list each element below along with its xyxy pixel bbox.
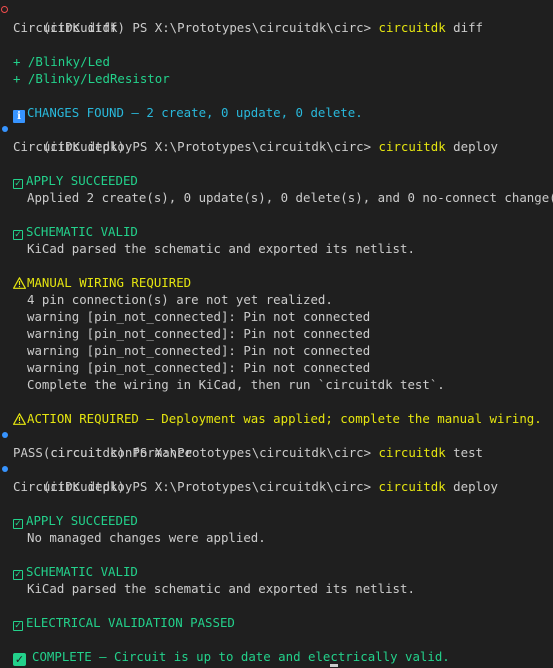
manual-wiring-line: MANUAL WIRING REQUIRED <box>0 274 553 291</box>
apply-succeeded-line: ✓ APPLY SUCCEEDED <box>0 172 553 189</box>
apply-title: APPLY SUCCEEDED <box>26 173 138 188</box>
electrical-title: ELECTRICAL VALIDATION PASSED <box>26 615 235 630</box>
output-line: KiCad parsed the schematic and exported … <box>27 241 415 256</box>
terminal[interactable]: (circuitdk) PS X:\Prototypes\circuitdk\c… <box>0 0 553 668</box>
diff-added-line: + /Blinky/Led <box>13 54 110 69</box>
output-line: Complete the wiring in KiCad, then run `… <box>27 377 445 392</box>
check-box-icon: ✓ <box>13 570 23 580</box>
prompt-line: (circuitdk) PS X:\Prototypes\circuitdk\c… <box>0 2 553 35</box>
warning-line: warning [pin_not_connected]: Pin not con… <box>27 360 371 375</box>
output-line: 4 pin connection(s) are not yet realized… <box>27 292 333 307</box>
manual-title: MANUAL WIRING REQUIRED <box>27 275 192 290</box>
complete-text: COMPLETE — Circuit is up to date and ele… <box>32 649 450 664</box>
terminal-cursor <box>330 664 338 667</box>
warning-line: warning [pin_not_connected]: Pin not con… <box>27 343 371 358</box>
electrical-validation-line: ✓ ELECTRICAL VALIDATION PASSED <box>0 614 553 631</box>
output-line: KiCad parsed the schematic and exported … <box>27 581 415 596</box>
schematic-title: SCHEMATIC VALID <box>26 564 138 579</box>
warning-line: warning [pin_not_connected]: Pin not con… <box>27 309 371 324</box>
prompt-line: (circuitdk) PS X:\Prototypes\circuitdk\c… <box>0 427 553 460</box>
check-box-icon: ✓ <box>13 653 26 666</box>
error-circle-icon[interactable] <box>1 6 8 13</box>
output-line: CircuitDK deploy <box>13 479 133 494</box>
changes-found-line: i CHANGES FOUND — 2 create, 0 update, 0 d… <box>0 104 553 123</box>
prompt-line: (circuitdk) PS X:\Prototypes\circuitdk\c… <box>0 461 553 494</box>
changes-text: CHANGES FOUND — 2 create, 0 update, 0 de… <box>27 105 363 120</box>
check-box-icon: ✓ <box>13 230 23 240</box>
output-line: CircuitDK deploy <box>13 139 133 154</box>
apply-succeeded-line: ✓ APPLY SUCCEEDED <box>0 512 553 529</box>
output-line: No managed changes were applied. <box>27 530 266 545</box>
prompt-line: (circuitdk) PS X:\Prototypes\circuitdk\c… <box>0 121 553 154</box>
output-line: CircuitDK diff <box>13 20 118 35</box>
complete-line: ✓ COMPLETE — Circuit is up to date and el… <box>0 648 553 666</box>
schematic-title: SCHEMATIC VALID <box>26 224 138 239</box>
check-box-icon: ✓ <box>13 179 23 189</box>
check-box-icon: ✓ <box>13 621 23 631</box>
schematic-valid-line: ✓ SCHEMATIC VALID <box>0 563 553 580</box>
action-required-line: ACTION REQUIRED — Deployment was applied… <box>0 410 553 427</box>
warning-line: warning [pin_not_connected]: Pin not con… <box>27 326 371 341</box>
apply-title: APPLY SUCCEEDED <box>26 513 138 528</box>
blue-dot-icon[interactable] <box>2 126 8 132</box>
schematic-valid-line: ✓ SCHEMATIC VALID <box>0 223 553 240</box>
check-box-icon: ✓ <box>13 519 23 529</box>
output-line: Applied 2 create(s), 0 update(s), 0 dele… <box>27 190 553 205</box>
blue-dot-icon[interactable] <box>2 466 8 472</box>
blue-dot-icon[interactable] <box>2 432 8 438</box>
output-line: PASS circuit conformance <box>13 445 193 460</box>
diff-added-line: + /Blinky/LedResistor <box>13 71 170 86</box>
action-text: ACTION REQUIRED — Deployment was applied… <box>27 411 542 426</box>
